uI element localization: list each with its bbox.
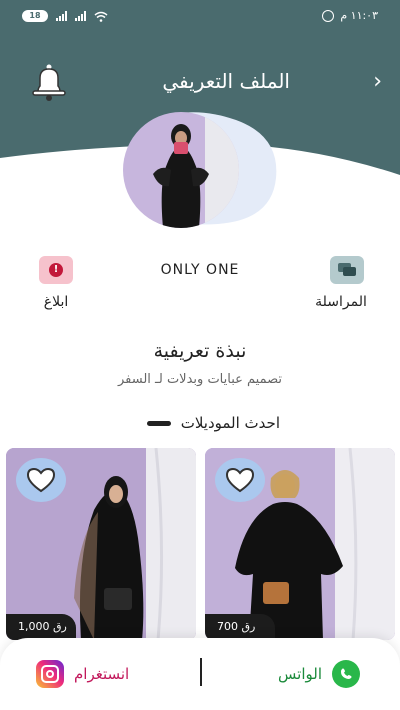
chat-icon [338,263,356,276]
section-title: احدث الموديلات [180,414,280,432]
whatsapp-label: الواتس [278,665,322,683]
alarm-icon [322,9,335,22]
battery-icon: 18 [22,10,48,22]
page-title: الملف التعريفي [162,69,290,93]
instagram-label: انستغرام [74,665,130,683]
chevron-right-icon[interactable]: › [373,71,382,93]
product-card[interactable]: 700 رق [205,448,395,640]
whatsapp-button[interactable]: الواتس [278,660,360,688]
chat-button[interactable] [330,256,364,284]
status-left: 18 [22,10,108,22]
signal-icon [56,11,67,21]
whatsapp-icon [332,660,360,688]
status-time: ١١:٠٣ م [340,9,378,22]
price-tag: 700 رق [205,614,275,640]
divider [200,658,202,686]
bell-icon[interactable] [30,62,68,102]
status-bar: 18 ١١:٠٣ م [0,0,400,32]
signal-icon [75,11,86,21]
bio-text: تصميم عبايات وبدلات لـ السفر [117,372,283,387]
chat-action[interactable]: المراسلة [315,256,372,310]
instagram-button[interactable]: انستغرام [36,660,129,688]
heart-icon [225,467,255,493]
favorite-button[interactable] [16,458,66,502]
price-tag: 1,000 رق [6,614,76,640]
favorite-button[interactable] [215,458,265,502]
latest-models-heading: احدث الموديلات [146,414,280,432]
report-label: ابلاغ [43,294,69,310]
instagram-icon [36,660,64,688]
heart-icon [26,467,56,493]
product-card[interactable]: 1,000 رق [6,448,196,640]
chat-label: المراسلة [315,294,367,310]
bottom-bar: الواتس انستغرام [0,638,400,710]
wifi-icon [94,11,108,22]
bio-title: نبذة تعريفية [153,340,247,362]
section-bar [146,420,171,426]
status-right: ١١:٠٣ م [322,9,378,22]
avatar [123,112,239,228]
